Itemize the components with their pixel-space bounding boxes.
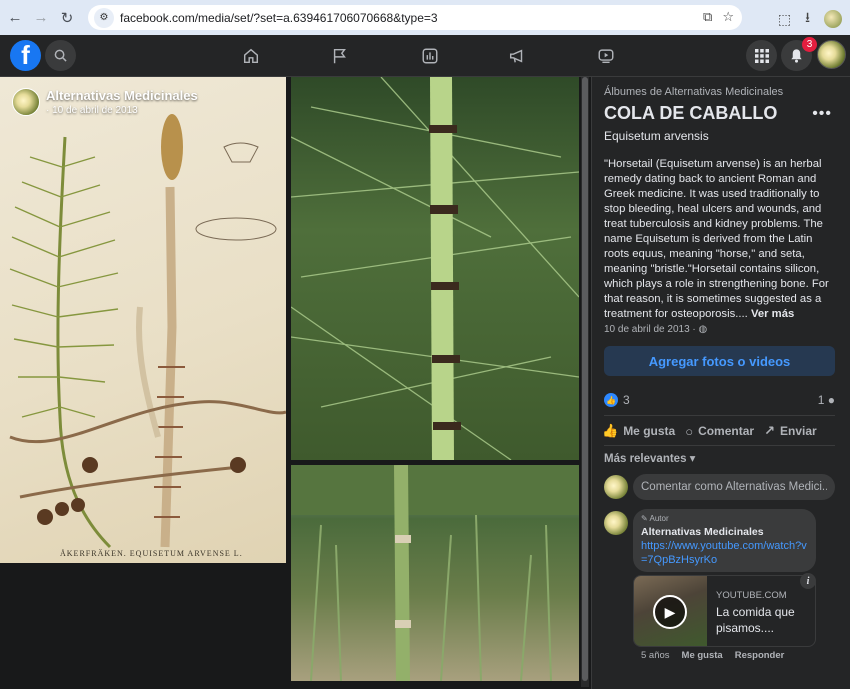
comment-bubble: ✎ Autor Alternativas Medicinales https:/… [633, 509, 816, 572]
chevron-down-icon: ▾ [689, 453, 696, 465]
back-icon[interactable]: ← [4, 7, 26, 29]
insights-chart-icon[interactable] [418, 44, 442, 68]
comment-meta: 5 años Me gusta Responder [641, 650, 784, 661]
home-icon[interactable] [239, 44, 263, 68]
ad-megaphone-icon[interactable] [505, 44, 529, 68]
facebook-logo-icon[interactable]: f [10, 40, 41, 71]
commenter-name[interactable]: Alternativas Medicinales [641, 526, 808, 538]
pencil-icon: ✎ [641, 514, 648, 523]
horsetail-field-photo[interactable] [291, 465, 579, 681]
album-subtitle: Equisetum arvensis [604, 129, 709, 143]
forward-icon[interactable]: → [30, 7, 52, 29]
horsetail-closeup-photo[interactable] [291, 77, 579, 460]
bookmark-star-icon[interactable]: ☆ [722, 9, 734, 25]
author-name[interactable]: Alternativas Medicinales [46, 88, 198, 103]
youtube-preview-card[interactable]: ▶ YOUTUBE.COM La comida que pisamos.... [633, 575, 816, 647]
illustration-caption: ÅKERFRÄKEN. EQUISETUM ARVENSE L. [60, 549, 243, 558]
reload-icon[interactable]: ↻ [56, 7, 78, 29]
share-button[interactable]: ↗ Enviar [764, 423, 817, 439]
like-button[interactable]: 👍 Me gusta [602, 423, 675, 439]
comment-button[interactable]: ○ Comentar [685, 424, 754, 439]
menu-grid-icon[interactable] [746, 40, 777, 71]
search-icon[interactable] [45, 40, 76, 71]
notifications-bell-icon[interactable]: 3 [781, 37, 817, 71]
author-tag: ✎ Autor [641, 514, 808, 523]
share-icon: ↗ [764, 423, 775, 438]
url-text[interactable]: facebook.com/media/set/?set=a.6394617060… [120, 11, 438, 25]
photo-scrollbar[interactable] [581, 77, 589, 687]
globe-icon: ◍ [698, 324, 708, 335]
play-icon[interactable]: ▶ [653, 595, 687, 629]
pages-flag-icon[interactable] [328, 44, 352, 68]
composer-avatar [604, 475, 628, 499]
browser-profile-avatar[interactable] [824, 10, 842, 28]
botanical-illustration-photo[interactable]: Alternativas Medicinales · 10 de abril d… [0, 77, 286, 563]
info-icon[interactable]: i [800, 573, 816, 589]
album-title: COLA DE CABALLO [604, 103, 778, 123]
link-source: YOUTUBE.COM [716, 590, 787, 601]
download-icon[interactable]: ⭳ [805, 7, 810, 31]
sort-comments-dropdown[interactable]: Más relevantes ▾ [604, 451, 695, 465]
post-date: 10 de abril de 2013 · ◍ [604, 324, 707, 335]
watch-video-icon[interactable] [594, 44, 618, 68]
like-label: Me gusta [623, 424, 676, 438]
address-bar[interactable]: ⚙ facebook.com/media/set/?set=a.63946170… [88, 5, 742, 30]
extensions-icon[interactable]: ⬚ [778, 11, 791, 28]
link-title[interactable]: La comida que pisamos.... [716, 604, 812, 636]
more-options-icon[interactable]: ••• [812, 105, 832, 123]
see-more-link[interactable]: Ver más [751, 308, 794, 320]
like-reaction-icon: 👍 [604, 393, 618, 408]
like-count[interactable]: 👍 3 [604, 393, 630, 408]
install-app-icon[interactable]: ⧉ [703, 9, 712, 25]
divider [604, 445, 835, 446]
comment-label: Comentar [698, 424, 755, 438]
post-actions: 👍 Me gusta ○ Comentar ↗ Enviar [602, 422, 837, 440]
comment-input[interactable] [633, 474, 835, 500]
video-thumbnail[interactable]: ▶ [634, 576, 707, 646]
notification-badge: 3 [802, 37, 817, 52]
author-avatar[interactable] [12, 88, 40, 116]
post-date-text: 10 de abril de 2013 · [604, 324, 696, 335]
description-text: "Horsetail (Equisetum arvense) is an her… [604, 158, 829, 320]
comment-icon: ○ [685, 423, 694, 439]
photo-details-panel: Álbumes de Alternativas Medicinales COLA… [591, 77, 850, 689]
sort-label: Más relevantes [604, 453, 687, 465]
photo-area: Alternativas Medicinales · 10 de abril d… [0, 77, 591, 689]
photo-author-overlay: Alternativas Medicinales · 10 de abril d… [12, 88, 198, 116]
comment-count-text: 1 [817, 393, 825, 407]
commenter-avatar[interactable] [604, 511, 628, 535]
add-photos-button[interactable]: Agregar fotos o videos [604, 346, 835, 376]
account-avatar[interactable] [817, 40, 846, 69]
reactions-row: 👍 3 1 ● [604, 392, 835, 408]
author-date: · 10 de abril de 2013 [46, 105, 138, 116]
comment-count[interactable]: 1 ● [818, 393, 835, 407]
albums-link[interactable]: Álbumes de Alternativas Medicinales [604, 86, 783, 98]
author-tag-text: Autor [649, 514, 669, 523]
comment-link[interactable]: https://www.youtube.com/watch?v=7QpBzHsy… [641, 539, 808, 567]
facebook-topbar: f 3 [0, 35, 850, 77]
comment-bubble-icon: ● [827, 393, 835, 407]
comment-age[interactable]: 5 años [641, 650, 670, 661]
comment-reply-button[interactable]: Responder [735, 650, 785, 661]
album-description: "Horsetail (Equisetum arvense) is an her… [604, 157, 832, 322]
thumbs-up-icon: 👍 [602, 423, 619, 438]
share-label: Enviar [779, 424, 817, 438]
browser-chrome: ← → ↻ ⚙ facebook.com/media/set/?set=a.63… [0, 0, 850, 35]
comment-like-button[interactable]: Me gusta [682, 650, 723, 661]
scrollbar-thumb[interactable] [582, 77, 588, 681]
site-settings-icon[interactable]: ⚙ [94, 7, 114, 28]
like-count-text: 3 [623, 392, 630, 407]
divider [604, 415, 835, 416]
